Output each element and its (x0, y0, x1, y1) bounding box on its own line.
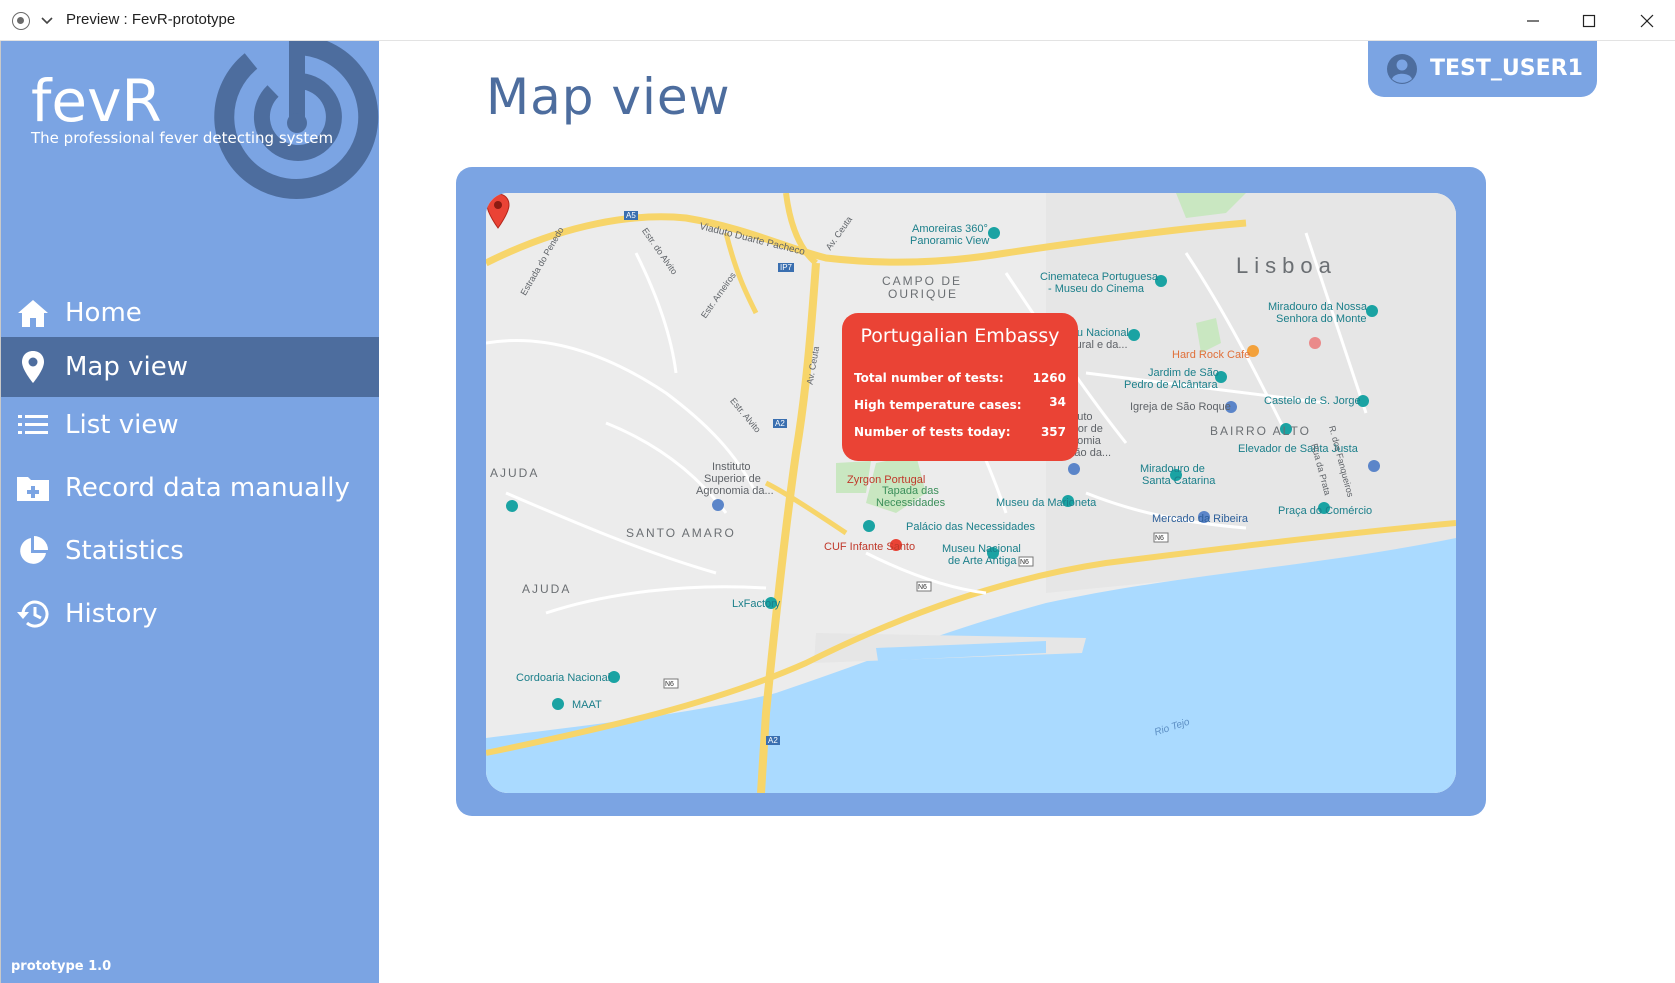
nav-label-history: History (65, 599, 158, 629)
brand-tagline: The professional fever detecting system (31, 129, 334, 147)
map-label-amoreiras-view: Panoramic View (910, 235, 990, 247)
svg-text:A2: A2 (768, 736, 778, 745)
map-label-praca: Praça do Comércio (1278, 505, 1373, 517)
map-canvas[interactable]: A5 IP7 A2 A2 N6 N6 N6 N6 Amoreiras 360° … (486, 193, 1456, 793)
svg-text:N6: N6 (1020, 559, 1029, 566)
popup-value: 1260 (1032, 371, 1066, 385)
popup-value: 34 (1049, 395, 1066, 409)
sidebar: fevR The professional fever detecting sy… (0, 41, 379, 983)
map-label-mercado: Mercado da Ribeira (1152, 513, 1248, 525)
brand-logo-icon (214, 41, 379, 199)
map-label-lxfactory: LxFactory (732, 598, 781, 610)
location-info-popup[interactable]: Portugalian Embassy Total number of test… (842, 313, 1078, 461)
map-label-marioneta: Museu da Marioneta (996, 497, 1097, 509)
chevron-down-icon[interactable] (40, 13, 54, 27)
nav-item-home[interactable]: Home (1, 283, 379, 343)
map-label-arte-antiga-2: de Arte Antiga (948, 555, 1017, 567)
map-label-ajuda-1: AJUDA (490, 466, 540, 480)
app-icon[interactable] (12, 12, 30, 30)
map-label-cordoaria: Cordoaria Nacional (516, 672, 611, 684)
svg-text:A5: A5 (626, 211, 636, 220)
user-avatar-icon (1387, 54, 1417, 84)
page-title: Map view (486, 68, 731, 126)
maximize-icon (1582, 14, 1596, 27)
svg-text:IP7: IP7 (780, 263, 793, 272)
map-label-cuf: CUF Infante Santo (824, 541, 916, 553)
map-frame: A5 IP7 A2 A2 N6 N6 N6 N6 Amoreiras 360° … (456, 167, 1486, 816)
map-label-cinemateca-museu: - Museu do Cinema (1048, 283, 1144, 295)
home-icon (16, 296, 50, 330)
svg-text:N6: N6 (1155, 535, 1164, 542)
popup-label: Number of tests today: (854, 425, 1011, 439)
nav-item-record-data[interactable]: Record data manually (1, 458, 379, 518)
svg-text:A2: A2 (775, 419, 785, 428)
map-label-miradouro-monte: Senhora do Monte (1276, 313, 1367, 325)
map-label-maat: MAAT (572, 699, 602, 711)
window-titlebar: Preview : FevR-prototype (0, 0, 1675, 41)
map-label-ourique: OURIQUE (888, 287, 959, 301)
nav-label-record-data: Record data manually (65, 473, 350, 503)
nav-label-map-view: Map view (65, 352, 189, 382)
map-label-castelo: Castelo de S. Jorge (1264, 395, 1361, 407)
minimize-button[interactable] (1505, 0, 1561, 41)
map-pin-icon (16, 350, 50, 384)
map-graphic: A5 IP7 A2 A2 N6 N6 N6 N6 (486, 193, 1456, 793)
svg-text:N6: N6 (665, 681, 674, 688)
brand-name: fevR (31, 67, 162, 135)
map-marker-icon[interactable] (486, 193, 510, 229)
nav-item-history[interactable]: History (1, 584, 379, 644)
close-button[interactable] (1619, 0, 1675, 41)
map-label-hard-rock: Hard Rock Cafe (1172, 349, 1251, 361)
nav-item-map-view[interactable]: Map view (1, 337, 379, 397)
version-label: prototype 1.0 (11, 959, 112, 974)
map-label-santo-amaro: SANTO AMARO (626, 526, 736, 540)
map-label-lisboa: Lisboa (1236, 253, 1337, 278)
nav-label-list-view: List view (65, 410, 179, 440)
popup-label: Total number of tests: (854, 371, 1004, 385)
user-menu-button[interactable]: TEST_USER1 (1368, 41, 1597, 97)
user-name: TEST_USER1 (1430, 56, 1583, 81)
nav-item-statistics[interactable]: Statistics (1, 521, 379, 581)
window-title: Preview : FevR-prototype (66, 11, 236, 28)
svg-text:N6: N6 (918, 584, 927, 591)
nav-label-home: Home (65, 298, 142, 328)
pie-chart-icon (16, 534, 50, 568)
map-label-igreja: Igreja de São Roque (1130, 401, 1231, 413)
list-icon (16, 408, 50, 442)
popup-label: High temperature cases: (854, 398, 1022, 412)
popup-title: Portugalian Embassy (860, 325, 1060, 347)
close-icon (1640, 14, 1654, 27)
history-icon (16, 597, 50, 631)
folder-plus-icon (16, 471, 50, 505)
map-label-ajuda-2: AJUDA (522, 582, 572, 596)
nav-label-statistics: Statistics (65, 536, 184, 566)
map-label-santa-catarina: Santa Catarina (1142, 475, 1216, 487)
maximize-button[interactable] (1561, 0, 1617, 41)
map-label-bairro-alto: BAIRRO ALTO (1210, 424, 1311, 438)
map-label-necessidades: Necessidades (876, 497, 946, 509)
map-label-palacio: Palácio das Necessidades (906, 521, 1036, 533)
map-label-jardim-pedro: Pedro de Alcântara (1124, 379, 1218, 391)
map-marker-label: Zyrgon Portugal (847, 474, 926, 486)
minimize-icon (1527, 19, 1539, 22)
popup-value: 357 (1040, 425, 1066, 439)
map-label-instituto-agro-3: Agronomia da... (696, 485, 774, 497)
nav-item-list-view[interactable]: List view (1, 395, 379, 455)
